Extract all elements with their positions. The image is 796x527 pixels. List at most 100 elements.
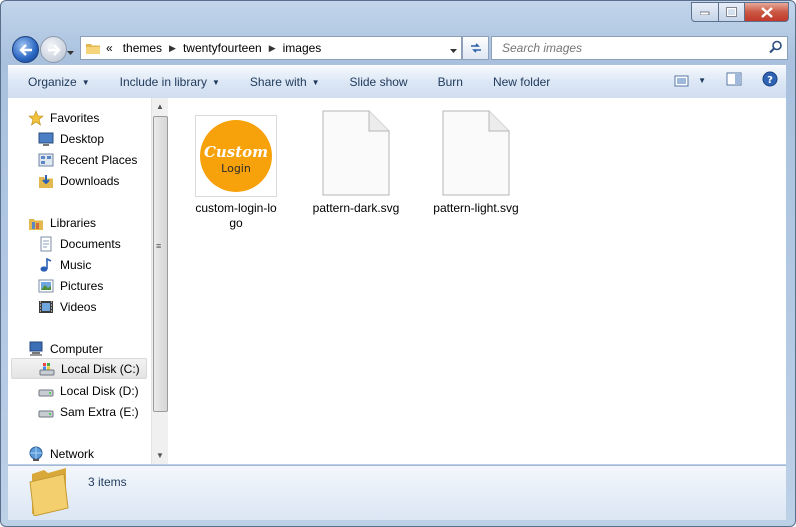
system-drive-icon bbox=[39, 361, 55, 377]
explorer-window: « themes ▶ twentyfourteen ▶ images Organ… bbox=[0, 0, 796, 527]
documents-icon bbox=[38, 236, 54, 252]
close-button[interactable] bbox=[745, 2, 789, 22]
forward-button[interactable] bbox=[40, 36, 67, 63]
nav-music-label: Music bbox=[60, 257, 92, 272]
slide-show-button[interactable]: Slide show bbox=[335, 75, 423, 89]
nav-pictures[interactable]: Pictures bbox=[38, 275, 103, 296]
nav-network[interactable]: Network bbox=[28, 443, 94, 464]
breadcrumb-separator-icon[interactable]: ▶ bbox=[167, 43, 178, 54]
address-bar[interactable]: « themes ▶ twentyfourteen ▶ images bbox=[80, 36, 462, 60]
downloads-icon bbox=[38, 173, 54, 189]
breadcrumb-overflow[interactable]: « bbox=[101, 41, 118, 55]
refresh-icon bbox=[470, 43, 481, 53]
computer-icon bbox=[28, 341, 44, 357]
nav-videos-label: Videos bbox=[60, 299, 97, 314]
refresh-button[interactable] bbox=[462, 36, 489, 60]
nav-local-disk-d-label: Local Disk (D:) bbox=[60, 383, 139, 398]
nav-local-disk-c-label: Local Disk (C:) bbox=[61, 361, 140, 376]
chevron-down-icon: ▼ bbox=[698, 76, 706, 85]
music-icon bbox=[38, 257, 54, 273]
toolbar-right: ▼ ? bbox=[674, 71, 778, 90]
burn-label: Burn bbox=[437, 75, 463, 89]
file-item[interactable]: pattern-dark.svg bbox=[306, 110, 406, 216]
search-box bbox=[491, 36, 788, 60]
folder-large-icon bbox=[28, 468, 72, 519]
navigation-pane: Favorites Desktop Recent Places Download… bbox=[8, 98, 151, 464]
help-button[interactable]: ? bbox=[762, 71, 778, 90]
chevron-down-icon bbox=[450, 49, 457, 53]
network-icon bbox=[28, 446, 44, 462]
file-name: pattern-light.svg bbox=[433, 201, 519, 215]
minimize-icon bbox=[700, 11, 710, 15]
nav-libraries[interactable]: Libraries bbox=[28, 212, 96, 233]
navigation-scrollbar[interactable]: ▲ ≡ ▼ bbox=[151, 98, 168, 464]
search-input[interactable] bbox=[500, 40, 764, 56]
star-icon bbox=[28, 109, 44, 126]
preview-pane-icon bbox=[726, 72, 742, 86]
chevron-down-icon: ▼ bbox=[311, 77, 320, 87]
file-name: custom-login-lo go bbox=[195, 201, 277, 230]
command-bar: Organize ▼ Include in library ▼ Share wi… bbox=[8, 65, 786, 99]
nav-sam-extra-e[interactable]: Sam Extra (E:) bbox=[38, 401, 139, 422]
minimize-button[interactable] bbox=[691, 2, 719, 22]
include-in-library-button[interactable]: Include in library ▼ bbox=[105, 75, 235, 89]
file-item[interactable]: Custom Login custom-login-lo go bbox=[186, 115, 286, 231]
scroll-down-icon[interactable]: ▼ bbox=[156, 451, 164, 460]
file-thumbnail: Custom Login bbox=[195, 115, 277, 197]
blank-document-icon bbox=[442, 110, 510, 196]
search-icon[interactable] bbox=[769, 40, 783, 57]
address-dropdown[interactable] bbox=[450, 43, 457, 57]
nav-network-label: Network bbox=[50, 446, 95, 461]
burn-button[interactable]: Burn bbox=[423, 75, 478, 89]
nav-documents[interactable]: Documents bbox=[38, 233, 121, 254]
desktop-icon bbox=[38, 131, 54, 147]
logo-bottom-text: Login bbox=[221, 162, 251, 175]
back-arrow-icon bbox=[18, 43, 32, 56]
new-folder-button[interactable]: New folder bbox=[478, 75, 565, 89]
nav-recent-places-label: Recent Places bbox=[60, 152, 138, 167]
videos-icon bbox=[38, 299, 54, 315]
maximize-button[interactable] bbox=[719, 2, 745, 22]
help-icon: ? bbox=[762, 71, 778, 87]
nav-recent-places[interactable]: Recent Places bbox=[38, 149, 137, 170]
view-icon bbox=[674, 75, 689, 86]
recent-pages-dropdown[interactable] bbox=[67, 45, 74, 59]
nav-desktop-label: Desktop bbox=[60, 131, 105, 146]
share-with-button[interactable]: Share with ▼ bbox=[235, 75, 335, 89]
nav-music[interactable]: Music bbox=[38, 254, 91, 275]
breadcrumb-separator-icon[interactable]: ▶ bbox=[267, 43, 278, 54]
chevron-down-icon: ▼ bbox=[212, 77, 220, 87]
breadcrumb-twentyfourteen[interactable]: twentyfourteen bbox=[178, 41, 267, 55]
file-name: pattern-dark.svg bbox=[312, 201, 400, 215]
nav-downloads-label: Downloads bbox=[60, 173, 120, 188]
nav-computer[interactable]: Computer bbox=[28, 338, 103, 359]
organize-button[interactable]: Organize ▼ bbox=[8, 75, 105, 89]
scroll-up-icon[interactable]: ▲ bbox=[156, 102, 164, 111]
scrollbar-thumb[interactable] bbox=[153, 116, 168, 412]
nav-desktop[interactable]: Desktop bbox=[38, 128, 104, 149]
preview-pane-button[interactable] bbox=[726, 72, 742, 89]
breadcrumb-images[interactable]: images bbox=[278, 41, 327, 55]
recent-places-icon bbox=[38, 152, 54, 168]
file-thumbnail bbox=[436, 110, 516, 196]
organize-label: Organize bbox=[28, 75, 77, 89]
nav-local-disk-c[interactable]: Local Disk (C:) bbox=[11, 358, 147, 379]
back-button[interactable] bbox=[12, 36, 39, 63]
folder-icon bbox=[85, 40, 101, 56]
details-pane: 3 items bbox=[8, 465, 786, 520]
libraries-icon bbox=[28, 215, 44, 231]
chevron-down-icon bbox=[67, 51, 74, 55]
change-view-button[interactable]: ▼ bbox=[674, 74, 706, 88]
nav-computer-label: Computer bbox=[50, 341, 103, 356]
file-list: Custom Login custom-login-lo go pattern-… bbox=[168, 98, 786, 464]
include-in-library-label: Include in library bbox=[119, 75, 207, 89]
drive-icon bbox=[38, 383, 54, 399]
nav-downloads[interactable]: Downloads bbox=[38, 170, 119, 191]
nav-local-disk-d[interactable]: Local Disk (D:) bbox=[38, 380, 139, 401]
nav-videos[interactable]: Videos bbox=[38, 296, 96, 317]
nav-favorites[interactable]: Favorites bbox=[28, 107, 99, 128]
content-area: Favorites Desktop Recent Places Download… bbox=[8, 98, 786, 464]
file-item[interactable]: pattern-light.svg bbox=[426, 110, 526, 216]
breadcrumb-themes[interactable]: themes bbox=[118, 41, 167, 55]
logo-top-text: Custom bbox=[204, 143, 268, 161]
